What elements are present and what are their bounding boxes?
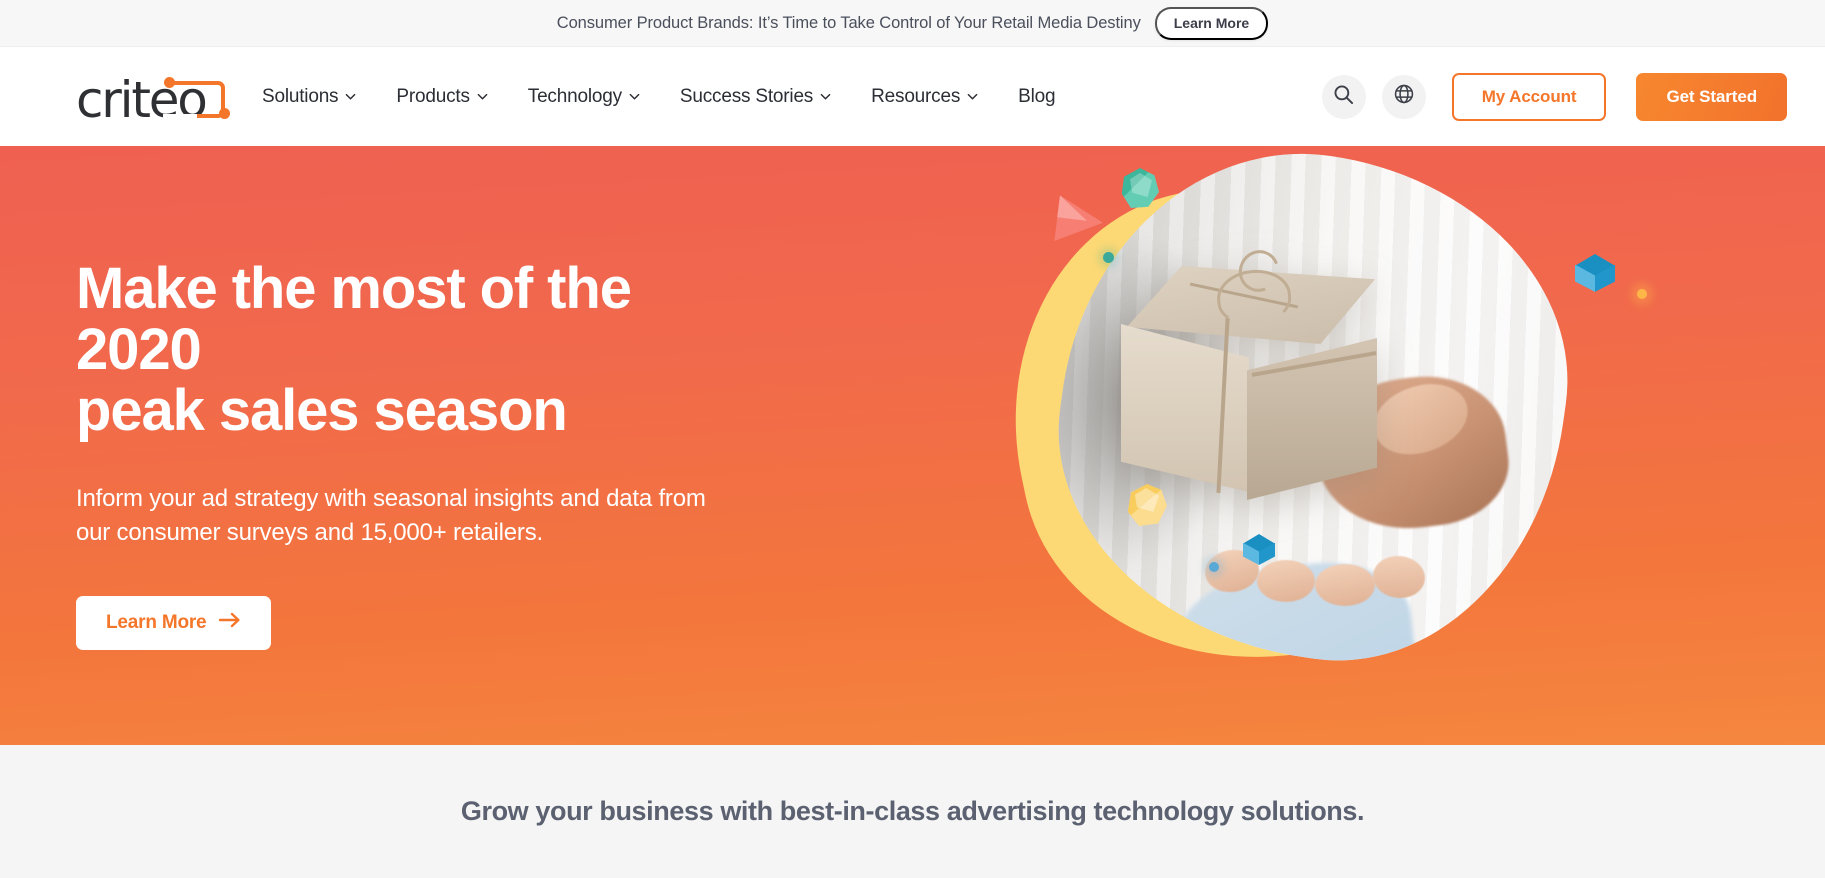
nav-item-success-stories[interactable]: Success Stories (680, 86, 831, 108)
hero-cta-label: Learn More (106, 612, 207, 633)
hero-artwork (970, 146, 1825, 745)
nav-item-label: Solutions (262, 85, 339, 107)
logo-hook-icon (163, 80, 225, 118)
arrow-right-icon (219, 612, 241, 634)
nav-item-label: Products (396, 85, 470, 107)
gift-box (1121, 243, 1389, 496)
pink-triangle-shape (1054, 195, 1106, 247)
globe-icon (1393, 83, 1415, 110)
hero-photo-blob (1030, 146, 1596, 689)
language-button[interactable] (1381, 74, 1426, 119)
teal-dot-shape (1103, 252, 1114, 263)
nav-item-label: Resources (871, 85, 961, 107)
hand-finger (1370, 553, 1428, 601)
get-started-button[interactable]: Get Started (1636, 72, 1787, 121)
hero-photo-gift-box-image (1030, 146, 1596, 689)
my-account-button[interactable]: My Account (1451, 72, 1607, 121)
hero-subtitle: Inform your ad strategy with seasonal in… (76, 482, 836, 550)
blue-cube-shape (1243, 534, 1275, 570)
logo-dot-end-icon (219, 107, 230, 119)
nav-item-resources[interactable]: Resources (871, 86, 978, 108)
site-header: criteo Solutions Products Technology Suc… (0, 47, 1825, 146)
nav-item-label: Technology (527, 85, 622, 107)
blue-dot-shape (1209, 562, 1219, 572)
hand-finger (1315, 564, 1375, 606)
logo-dot-top-icon (164, 76, 175, 88)
blue-cube-shape (1575, 254, 1615, 298)
hero-title: Make the most of the 2020 peak sales sea… (76, 258, 766, 441)
chevron-down-icon (820, 91, 831, 102)
gift-box-left-face (1121, 324, 1249, 492)
nav-item-solutions[interactable]: Solutions (262, 86, 356, 108)
value-proposition-title: Grow your business with best-in-class ad… (460, 796, 1365, 826)
hero-title-line-1: Make the most of the 2020 (76, 256, 632, 382)
announcement-bar: Consumer Product Brands: It’s Time to Ta… (0, 0, 1825, 47)
nav-item-technology[interactable]: Technology (528, 86, 640, 108)
announcement-text: Consumer Product Brands: It’s Time to Ta… (556, 13, 1141, 32)
chevron-down-icon (477, 91, 488, 102)
chevron-down-icon (967, 91, 978, 102)
search-button[interactable] (1321, 74, 1366, 119)
hero-learn-more-button[interactable]: Learn More (76, 596, 272, 650)
hero-subtitle-line-2: our consumer surveys and 15,000+ retaile… (76, 519, 543, 546)
value-proposition-band: Grow your business with best-in-class ad… (0, 745, 1825, 878)
announcement-learn-more-button[interactable]: Learn More (1154, 6, 1269, 40)
header-actions: My Account Get Started (1321, 72, 1787, 121)
main-navigation: Solutions Products Technology Success St… (262, 85, 1056, 108)
hero-title-line-2: peak sales season (76, 378, 568, 443)
search-icon (1333, 84, 1354, 110)
nav-item-label: Blog (1018, 85, 1056, 107)
nav-item-label: Success Stories (679, 85, 814, 107)
orange-dot-shape (1637, 289, 1647, 299)
criteo-logo[interactable]: criteo (76, 71, 234, 125)
hero-content: Make the most of the 2020 peak sales sea… (0, 146, 900, 745)
nav-item-blog[interactable]: Blog (1018, 86, 1055, 108)
chevron-down-icon (345, 91, 356, 102)
hero-section: Make the most of the 2020 peak sales sea… (0, 146, 1825, 745)
nav-item-products[interactable]: Products (396, 85, 488, 108)
hero-subtitle-line-1: Inform your ad strategy with seasonal in… (76, 485, 706, 512)
chevron-down-icon (629, 91, 640, 102)
